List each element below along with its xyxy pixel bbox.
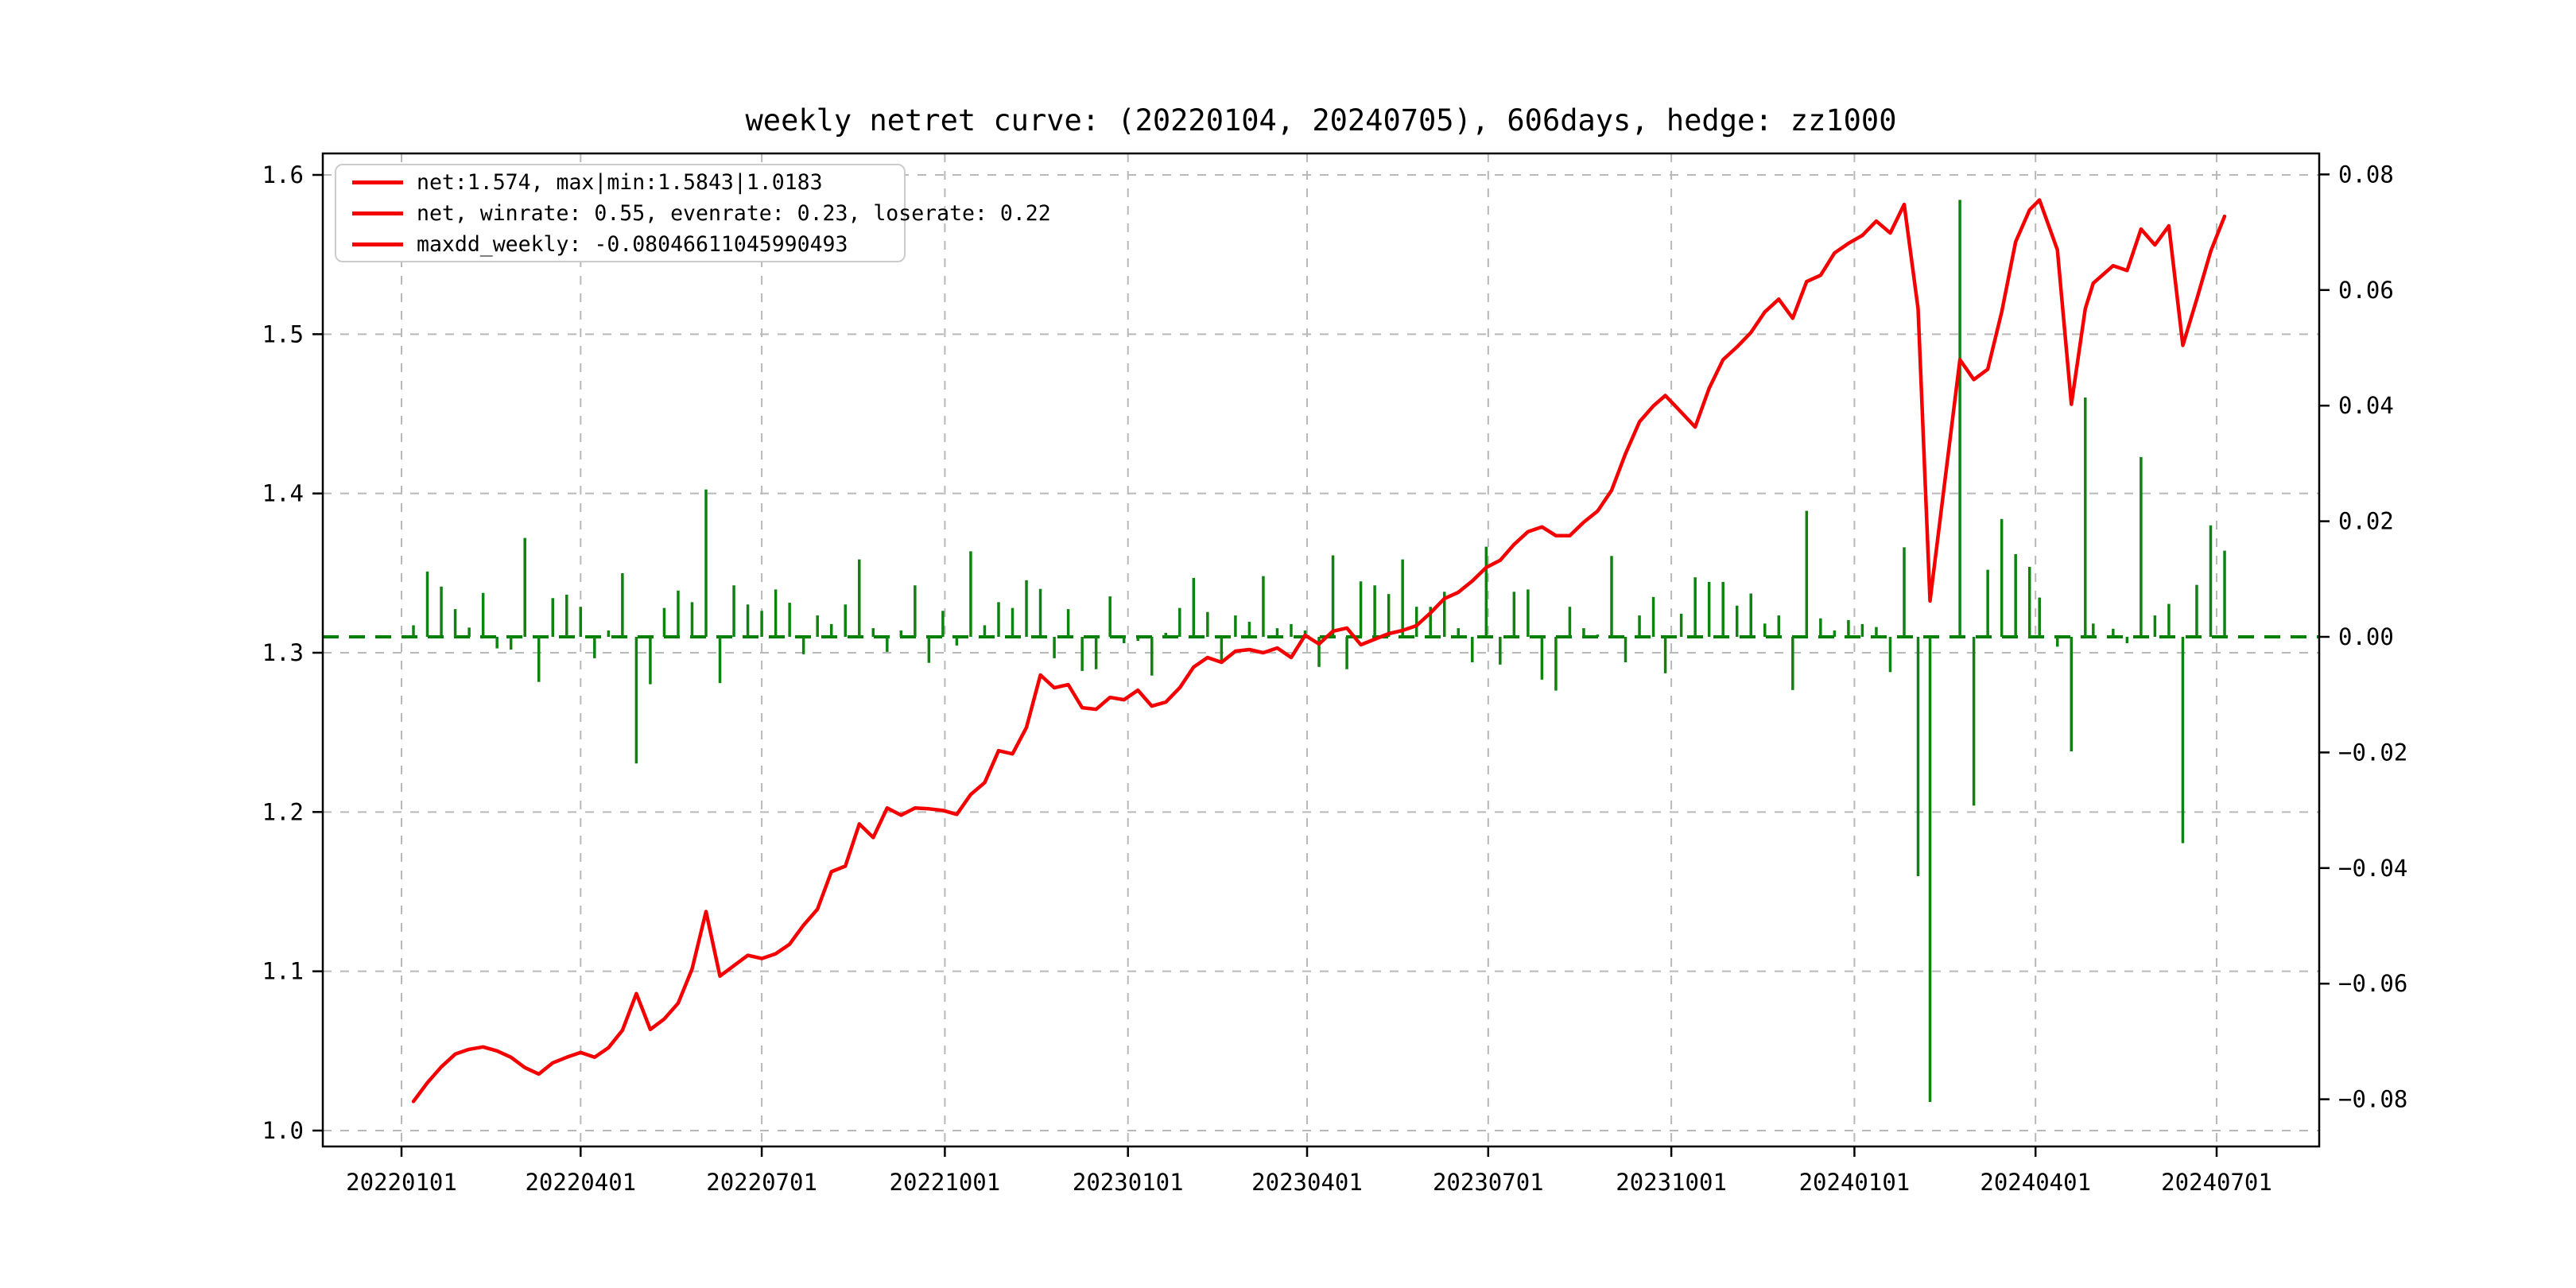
axes-frame bbox=[321, 152, 2321, 1148]
right-y-tick-label: −0.04 bbox=[2338, 855, 2407, 882]
x-tick-label: 20220701 bbox=[706, 1169, 817, 1196]
right-y-tick-label: −0.06 bbox=[2338, 970, 2407, 997]
tick-marks bbox=[312, 173, 2330, 1157]
left-y-tick-label: 1.3 bbox=[262, 639, 304, 666]
right-y-tick-label: 0.08 bbox=[2338, 161, 2394, 188]
right-y-tick-label: 0.02 bbox=[2338, 508, 2394, 535]
x-tick-label: 20230401 bbox=[1251, 1169, 1363, 1196]
x-tick-label: 20230101 bbox=[1073, 1169, 1184, 1196]
x-tick-label: 20240401 bbox=[1980, 1169, 2091, 1196]
x-tick-label: 20220101 bbox=[346, 1169, 457, 1196]
x-tick-label: 20240701 bbox=[2161, 1169, 2272, 1196]
weekly-return-bars bbox=[412, 200, 2226, 1102]
x-tick-label: 20221001 bbox=[890, 1169, 1001, 1196]
right-y-tick-label: 0.04 bbox=[2338, 392, 2394, 419]
x-tick-label: 20220401 bbox=[525, 1169, 636, 1196]
figure: 20220101 20220401 20220701 20221001 20230101… bbox=[0, 0, 2576, 1288]
right-y-tick-label: −0.08 bbox=[2338, 1086, 2407, 1113]
winrate-line-swatch bbox=[352, 211, 403, 215]
left-y-tick-label: 1.2 bbox=[262, 798, 304, 825]
gridlines bbox=[323, 153, 2319, 1146]
left-y-tick-label: 1.1 bbox=[262, 958, 304, 985]
legend-item-maxdd: maxdd_weekly: -0.08046611045990493 bbox=[336, 231, 904, 257]
legend-label: net:1.574, max|min:1.5843|1.0183 bbox=[417, 169, 823, 195]
x-tick-label: 20231001 bbox=[1616, 1169, 1727, 1196]
left-y-tick-label: 1.4 bbox=[262, 480, 304, 507]
legend-label: maxdd_weekly: -0.08046611045990493 bbox=[417, 231, 848, 257]
x-tick-label: 20230701 bbox=[1433, 1169, 1544, 1196]
left-y-tick-label: 1.0 bbox=[262, 1117, 304, 1144]
legend-item-winrate: net, winrate: 0.55, evenrate: 0.23, lose… bbox=[336, 201, 1051, 226]
maxdd-line-swatch bbox=[352, 242, 403, 246]
right-y-tick-label: 0.00 bbox=[2338, 623, 2394, 650]
legend: net:1.574, max|min:1.5843|1.0183 net, wi… bbox=[335, 164, 1051, 262]
left-y-tick-label: 1.5 bbox=[262, 320, 304, 347]
net-line-swatch bbox=[352, 180, 403, 184]
left-y-tick-label: 1.6 bbox=[262, 161, 304, 188]
x-tick-label: 20240101 bbox=[1799, 1169, 1911, 1196]
chart-title: weekly netret curve: (20220104, 20240705… bbox=[745, 103, 1897, 138]
legend-item-net: net:1.574, max|min:1.5843|1.0183 bbox=[336, 169, 904, 195]
right-y-tick-label: −0.02 bbox=[2338, 739, 2407, 766]
right-y-tick-label: 0.06 bbox=[2338, 277, 2394, 304]
legend-label: net, winrate: 0.55, evenrate: 0.23, lose… bbox=[417, 200, 1051, 226]
